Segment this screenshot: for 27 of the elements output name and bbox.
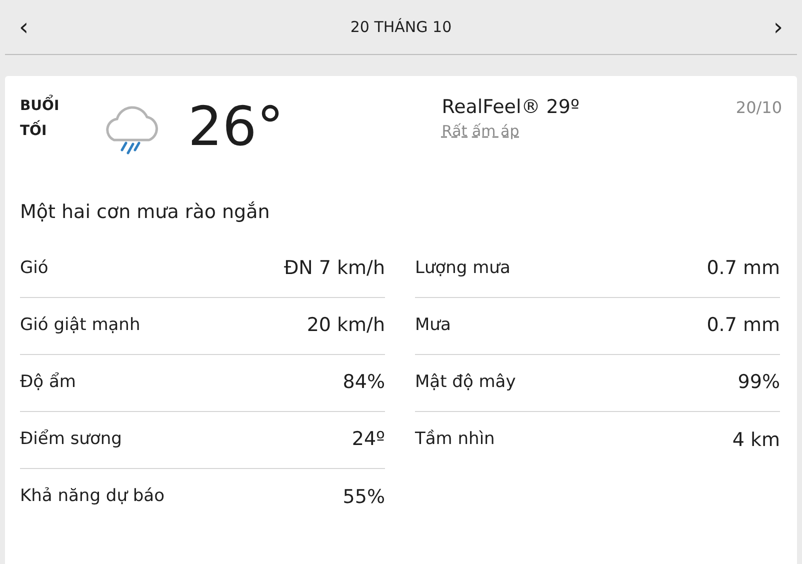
detail-label: Mật độ mây <box>415 370 516 394</box>
period-label: BUỔI TỐI <box>20 94 82 144</box>
next-button[interactable]: › <box>769 15 787 39</box>
date-label: 20/10 <box>736 97 782 119</box>
detail-label: Gió giật mạnh <box>20 314 140 337</box>
detail-label: Tầm nhìn <box>415 428 495 452</box>
detail-label: Mưa <box>415 314 451 337</box>
temperature: 26° <box>188 100 284 154</box>
detail-value: 0.7 mm <box>706 256 780 282</box>
detail-value: 55% <box>342 484 385 510</box>
detail-label: Gió <box>20 256 48 280</box>
weather-description: Một hai cơn mưa rào ngắn <box>20 200 271 225</box>
realfeel-phrase: Rất ấm áp <box>442 121 520 142</box>
realfeel-text: RealFeel® 29º <box>442 95 580 120</box>
detail-label: Lượng mưa <box>415 256 510 280</box>
detail-label: Điểm sương <box>20 428 122 451</box>
detail-label: Độ ẩm <box>20 370 76 394</box>
detail-value: 24º <box>352 427 385 452</box>
previous-button[interactable]: ‹ <box>15 15 33 39</box>
detail-value: ĐN 7 km/h <box>284 256 385 282</box>
detail-value: 84% <box>342 370 385 396</box>
detail-label: Khả năng dự báo <box>20 485 164 508</box>
detail-value: 20 km/h <box>306 313 385 338</box>
detail-value: 4 km <box>732 428 780 453</box>
detail-value: 0.7 mm <box>706 313 780 338</box>
date-title: 20 THÁNG 10 <box>350 16 452 38</box>
detail-value: 99% <box>738 370 780 396</box>
